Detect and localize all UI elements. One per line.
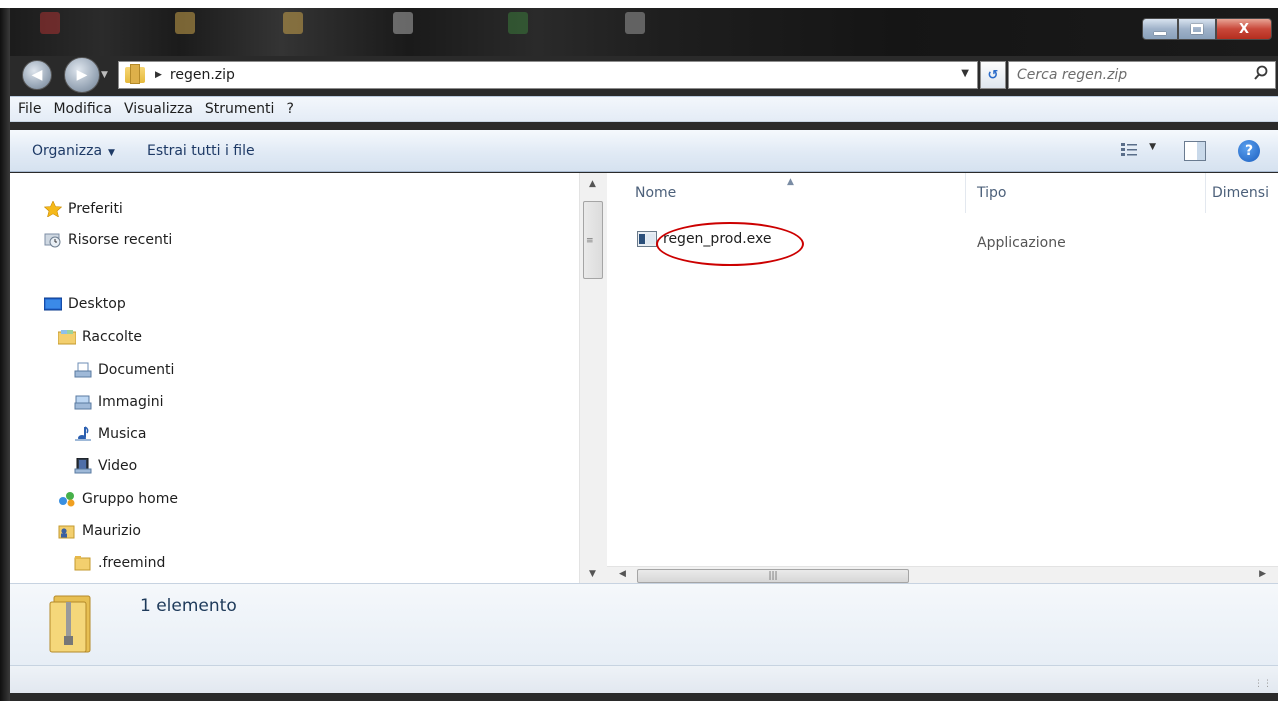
- organize-label: Organizza: [32, 142, 103, 159]
- exe-icon: [637, 231, 657, 247]
- zip-folder-icon: [125, 64, 145, 84]
- column-header-type[interactable]: Tipo: [977, 173, 1006, 213]
- extract-all-label: Estrai tutti i file: [146, 142, 255, 159]
- nav-item-risorse-recenti[interactable]: Risorse recenti: [44, 229, 172, 251]
- recent-pages-dropdown[interactable]: ▼: [101, 70, 108, 80]
- blurred-taskbar-icon: [393, 12, 413, 34]
- nav-item-desktop[interactable]: Desktop: [44, 293, 126, 315]
- menu-strumenti[interactable]: Strumenti: [205, 101, 275, 117]
- column-divider[interactable]: [1205, 173, 1206, 213]
- scroll-right-arrow-icon[interactable]: ▶: [1259, 569, 1266, 579]
- help-button[interactable]: ?: [1238, 140, 1260, 162]
- blurred-taskbar-icon: [283, 12, 303, 34]
- libraries-icon: [58, 330, 76, 345]
- address-bar[interactable]: ▶ regen.zip ▼: [118, 61, 978, 89]
- preview-pane-button[interactable]: [1184, 141, 1206, 161]
- screenshot-root: X ◀ ▶ ▼ ▶ regen.zip ▼ ↺ Cerca regen.zip: [0, 0, 1278, 701]
- menu-visualizza[interactable]: Visualizza: [124, 101, 193, 117]
- close-icon: X: [1238, 21, 1250, 37]
- nav-item-raccolte[interactable]: Raccolte: [58, 326, 142, 348]
- nav-item-video[interactable]: Video: [74, 455, 137, 477]
- minimize-icon: [1154, 31, 1166, 35]
- video-icon: [74, 458, 92, 474]
- nav-item-maurizio[interactable]: Maurizio: [58, 520, 141, 542]
- refresh-button[interactable]: ↺: [980, 61, 1006, 89]
- homegroup-icon: [59, 492, 75, 507]
- nav-item-documenti[interactable]: Documenti: [74, 359, 174, 381]
- back-button[interactable]: ◀: [22, 60, 52, 90]
- item-count: 1 elemento: [140, 596, 237, 616]
- scroll-thumb[interactable]: |||: [637, 569, 909, 583]
- blurred-taskbar-icon: [175, 12, 195, 34]
- scroll-up-arrow-icon[interactable]: ▲: [589, 179, 596, 189]
- file-type: Applicazione: [977, 235, 1066, 251]
- breadcrumb-chevron-icon[interactable]: ▶: [155, 70, 162, 80]
- caption-buttons: X: [1142, 18, 1272, 40]
- breadcrumb-regen-zip[interactable]: regen.zip: [170, 67, 235, 83]
- window-left-edge: [0, 8, 10, 701]
- resize-grip-icon[interactable]: ⋮⋮: [1254, 679, 1272, 689]
- refresh-icon: ↺: [987, 67, 999, 83]
- folder-icon: [74, 556, 91, 571]
- close-button[interactable]: X: [1216, 18, 1272, 40]
- nav-pane-vertical-scrollbar[interactable]: ▲ ≡ ▼: [579, 173, 607, 583]
- desktop-icon: [44, 297, 62, 311]
- documents-icon: [74, 362, 92, 378]
- maximize-icon: [1191, 24, 1203, 34]
- organize-button[interactable]: Organizza ▼: [32, 143, 115, 159]
- search-placeholder: Cerca regen.zip: [1017, 67, 1128, 83]
- user-folder-icon: [58, 525, 75, 539]
- details-pane: 1 elemento: [10, 583, 1278, 665]
- forward-button[interactable]: ▶: [64, 57, 100, 93]
- status-bar: ⋮⋮: [10, 665, 1278, 693]
- scroll-grip-icon: |||: [768, 571, 778, 581]
- search-box[interactable]: Cerca regen.zip: [1008, 61, 1276, 89]
- column-header-size[interactable]: Dimensi: [1212, 173, 1269, 213]
- forward-arrow-icon: ▶: [76, 67, 88, 83]
- blurred-taskbar-icon: [40, 12, 60, 34]
- pictures-icon: [74, 395, 92, 410]
- scroll-left-arrow-icon[interactable]: ◀: [619, 569, 626, 579]
- column-header-name[interactable]: Nome: [635, 173, 676, 213]
- scroll-down-arrow-icon[interactable]: ▼: [589, 569, 596, 579]
- nav-item-freemind[interactable]: .freemind: [74, 552, 165, 574]
- command-bar: Organizza ▼ Estrai tutti i file ▼ ?: [10, 130, 1278, 172]
- maximize-button[interactable]: [1178, 18, 1216, 40]
- back-arrow-icon: ◀: [31, 67, 43, 83]
- column-divider[interactable]: [965, 173, 966, 213]
- recent-places-icon: [44, 233, 61, 248]
- star-icon: [44, 201, 62, 217]
- minimize-button[interactable]: [1142, 18, 1178, 40]
- navigation-pane: Preferiti Risorse recenti Desktop Raccol…: [10, 173, 579, 583]
- nav-item-preferiti[interactable]: Preferiti: [44, 198, 123, 220]
- blurred-taskbar-icon: [625, 12, 645, 34]
- title-bar[interactable]: X: [0, 8, 1278, 56]
- red-annotation-circle: [656, 222, 804, 266]
- scroll-grip-icon: ≡: [586, 236, 594, 246]
- view-options-dropdown[interactable]: ▼: [1149, 142, 1156, 152]
- file-list-horizontal-scrollbar[interactable]: ◀ ||| ▶: [607, 566, 1278, 584]
- address-history-dropdown[interactable]: ▼: [961, 68, 969, 79]
- menu-modifica[interactable]: Modifica: [53, 101, 112, 117]
- extract-all-button[interactable]: Estrai tutti i file: [147, 143, 255, 159]
- zip-folder-icon: [49, 595, 91, 653]
- sort-ascending-icon: ▲: [787, 177, 794, 187]
- navigation-row: ◀ ▶ ▼ ▶ regen.zip ▼ ↺ Cerca regen.zip: [0, 57, 1278, 93]
- change-view-icon[interactable]: [1120, 142, 1138, 158]
- search-icon[interactable]: [1253, 65, 1269, 81]
- help-icon: ?: [1244, 143, 1254, 159]
- blurred-taskbar-icon: [508, 12, 528, 34]
- nav-item-gruppo-home[interactable]: Gruppo home: [58, 488, 178, 510]
- menu-bar: File Modifica Visualizza Strumenti ?: [10, 96, 1278, 122]
- nav-item-musica[interactable]: Musica: [74, 423, 146, 445]
- nav-item-immagini[interactable]: Immagini: [74, 391, 164, 413]
- menu-file[interactable]: File: [18, 101, 41, 117]
- file-list: ▲ Nome Tipo Dimensi regen_prod.exe Appli…: [607, 173, 1278, 568]
- chevron-down-icon: ▼: [108, 147, 115, 158]
- music-icon: [75, 426, 91, 441]
- menu-help[interactable]: ?: [286, 101, 293, 117]
